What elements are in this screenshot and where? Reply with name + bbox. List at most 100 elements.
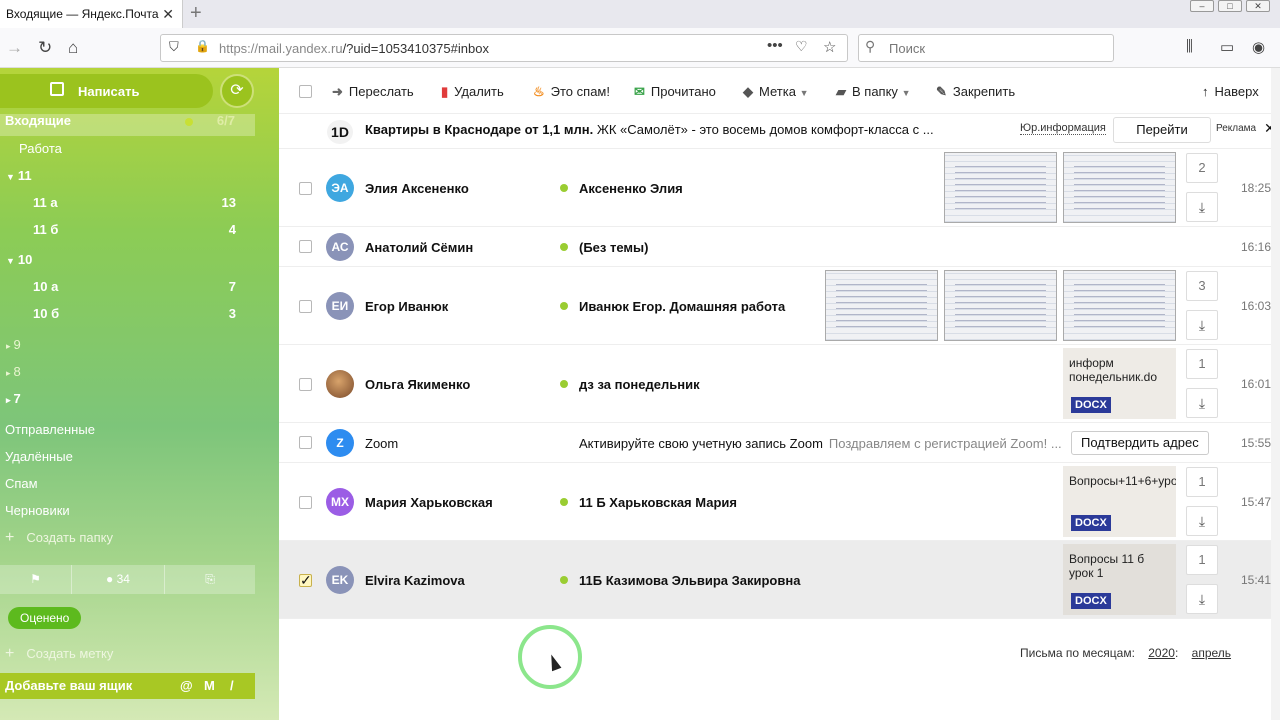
folder-sent[interactable]: Отправленные (5, 422, 95, 437)
attachment-doc[interactable]: Вопросы+11+6+урок+1+модели DOCX (1063, 466, 1176, 537)
message-checkbox[interactable] (299, 378, 312, 391)
unread-dot-icon[interactable] (560, 243, 568, 251)
select-all-checkbox[interactable] (299, 85, 312, 98)
unread-dot-icon[interactable] (560, 184, 568, 192)
minimize-button[interactable]: – (1190, 0, 1214, 12)
folder-spam[interactable]: Спам (5, 476, 38, 491)
folder-8[interactable]: ▸ 8 (6, 364, 21, 379)
forward-button[interactable]: ➜ Переслать (332, 84, 414, 100)
add-mailbox-bar[interactable]: Добавьте ваш ящик @ M / (0, 673, 255, 699)
message-row[interactable]: Z Zoom Активируйте свою учетную запись Z… (279, 423, 1280, 463)
attachment-thumbnail[interactable] (825, 270, 938, 341)
folder-11a[interactable]: 11 а 13 (33, 195, 236, 210)
label-button[interactable]: ◆ Метка ▼ (743, 84, 808, 100)
folder-11b[interactable]: 11 б 4 (33, 222, 236, 237)
unread-filter-button[interactable]: ● 34 (72, 565, 165, 594)
create-label-link[interactable]: + Создать метку (5, 645, 113, 663)
download-icon[interactable]: ⤓ (1186, 506, 1218, 536)
new-tab-button[interactable]: + (190, 2, 202, 25)
browser-search[interactable]: ⚲ Поиск (858, 34, 1114, 62)
attachment-thumbnail[interactable] (1063, 270, 1176, 341)
download-icon[interactable]: ⤓ (1186, 584, 1218, 614)
month-link[interactable]: апрель (1192, 646, 1231, 660)
folder-10b[interactable]: 10 б 3 (33, 306, 236, 321)
download-icon[interactable]: ⤓ (1186, 310, 1218, 340)
message-row[interactable]: ЕИ Егор Иванюк Иванюк Егор. Домашняя раб… (279, 267, 1280, 345)
gmail-icon[interactable]: M (204, 673, 215, 699)
folder-7[interactable]: ▸ 7 (6, 391, 21, 406)
lock-icon[interactable]: 🔒 (195, 39, 210, 53)
attachment-thumbnail[interactable] (944, 152, 1057, 223)
more-icon[interactable]: ••• (767, 37, 783, 54)
ad-go-button[interactable]: Перейти (1113, 117, 1211, 143)
folder-inbox[interactable]: Входящие 6/7 (0, 114, 255, 136)
shield-icon[interactable]: ⛉ (169, 39, 179, 55)
download-icon[interactable]: ⤓ (1186, 388, 1218, 418)
message-checkbox[interactable] (299, 240, 312, 253)
pocket-icon[interactable]: ♡ (795, 38, 808, 55)
attachment-doc[interactable]: информ понедельник.do DOCX (1063, 348, 1176, 419)
create-folder-link[interactable]: + Создать папку (5, 529, 113, 547)
year-link[interactable]: 2020 (1148, 646, 1175, 660)
sidebar-toggle-icon[interactable]: ▭ (1220, 38, 1234, 56)
download-icon[interactable]: ⤓ (1186, 192, 1218, 222)
attachment-count[interactable]: 1 (1186, 349, 1218, 379)
flag-icon[interactable]: ⚑ (0, 565, 72, 594)
message-checkbox[interactable] (299, 300, 312, 313)
account-icon[interactable]: ◉ (1252, 38, 1265, 56)
label-tag[interactable]: Оценено (8, 607, 82, 629)
unread-dot-icon[interactable] (560, 576, 568, 584)
edit-icon[interactable]: / (230, 673, 234, 699)
message-row[interactable]: ЭА Элия Аксененко Аксененко Элия 2 ⤓ 18:… (279, 149, 1280, 227)
attachment-doc[interactable]: Вопросы 11 б урок 1 DOCX (1063, 544, 1176, 615)
folder-10a[interactable]: 10 а 7 (33, 279, 236, 294)
attachment-count[interactable]: 1 (1186, 545, 1218, 575)
message-checkbox-checked[interactable]: ✓ (299, 573, 312, 587)
attachment-count[interactable]: 3 (1186, 271, 1218, 301)
ad-row[interactable]: 1D Квартиры в Краснодаре от 1,1 млн. ЖК … (279, 114, 1280, 149)
folder-deleted[interactable]: Удалённые (5, 449, 73, 464)
compose-button[interactable]: Написать (0, 74, 213, 108)
scroll-top-button[interactable]: ↑ Наверх (1202, 84, 1259, 99)
folder-9[interactable]: ▸ 9 (6, 337, 21, 352)
message-row[interactable]: МХ Мария Харьковская 11 Б Харьковская Ма… (279, 463, 1280, 541)
home-icon[interactable]: ⌂ (68, 38, 78, 58)
expand-icon[interactable]: ▼ (6, 256, 15, 266)
collapse-icon[interactable]: ▸ (6, 368, 11, 378)
message-row-selected[interactable]: ✓ EK Elvira Kazimova 11Б Казимова Эльвир… (279, 541, 1280, 619)
collapse-icon[interactable]: ▸ (6, 395, 11, 405)
reload-icon[interactable]: ↻ (38, 38, 52, 58)
message-row[interactable]: АС Анатолий Сёмин (Без темы) 16:16 (279, 227, 1280, 267)
ad-legal-link[interactable]: Юр.информация (1020, 122, 1106, 135)
folder-work[interactable]: Работа (19, 141, 255, 156)
attachment-thumbnail[interactable] (944, 270, 1057, 341)
move-to-folder-button[interactable]: ▰ В папку ▼ (836, 84, 910, 100)
scrollbar[interactable] (1271, 68, 1280, 720)
bookmark-star-icon[interactable]: ☆ (823, 38, 836, 56)
forward-icon[interactable]: → (6, 38, 23, 58)
refresh-icon[interactable]: ⟳ (220, 74, 254, 108)
close-window-button[interactable]: ✕ (1246, 0, 1270, 12)
collapse-icon[interactable]: ▸ (6, 341, 11, 351)
message-checkbox[interactable] (299, 436, 312, 449)
at-icon[interactable]: @ (180, 673, 193, 699)
message-checkbox[interactable] (299, 496, 312, 509)
tab-close-icon[interactable]: ✕ (162, 6, 174, 23)
browser-tab[interactable]: Входящие — Яндекс.Почта ✕ (0, 0, 183, 28)
attachment-count[interactable]: 1 (1186, 467, 1218, 497)
delete-button[interactable]: ▮ Удалить (441, 84, 504, 100)
pin-button[interactable]: ✎ Закрепить (936, 84, 1015, 100)
maximize-button[interactable]: □ (1218, 0, 1242, 12)
library-icon[interactable]: ⫼ (1186, 38, 1193, 55)
message-checkbox[interactable] (299, 182, 312, 195)
message-row[interactable]: Ольга Якименко дз за понедельник информ … (279, 345, 1280, 423)
attachment-icon[interactable]: ⎘ (165, 565, 255, 594)
folder-11[interactable]: ▼ 11 (6, 168, 255, 183)
unread-dot-icon[interactable] (560, 498, 568, 506)
unread-dot-icon[interactable] (560, 380, 568, 388)
attachment-thumbnail[interactable] (1063, 152, 1176, 223)
confirm-address-button[interactable]: Подтвердить адрес (1071, 431, 1209, 455)
expand-icon[interactable]: ▼ (6, 172, 15, 182)
spam-button[interactable]: ♨ Это спам! (533, 84, 610, 100)
attachment-count[interactable]: 2 (1186, 153, 1218, 183)
